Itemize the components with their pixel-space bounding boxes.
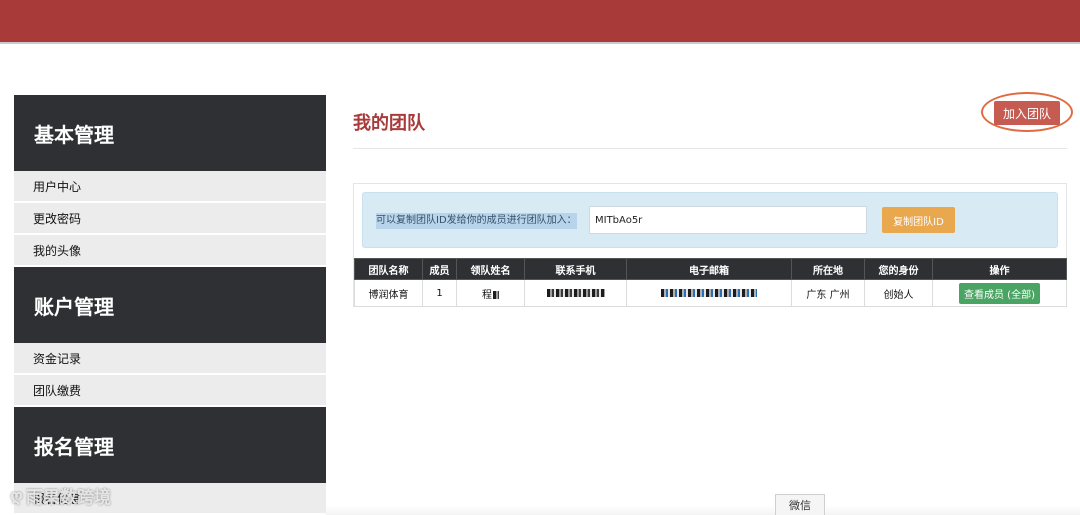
cell-members: 1	[422, 279, 457, 307]
header-action: 操作	[932, 258, 1067, 280]
cell-location: 广东 广州	[791, 279, 865, 307]
sidebar-section-account: 账户管理	[14, 267, 326, 343]
team-id-input[interactable]	[589, 206, 867, 234]
view-members-button[interactable]: 查看成员 (全部)	[959, 282, 1040, 304]
sidebar-section-title: 基本管理	[34, 122, 114, 147]
sidebar-item-team-payment[interactable]: 团队缴费	[14, 375, 326, 407]
redacted-leader-name	[493, 290, 499, 299]
header-members: 成员	[422, 258, 457, 280]
sidebar: 基本管理 用户中心 更改密码 我的头像 账户管理 资金记录 团队缴费 报名管理 …	[14, 95, 326, 515]
watermark: ღ 雨果数跨境	[10, 483, 111, 508]
divider	[353, 148, 1067, 149]
sidebar-section-basic: 基本管理	[14, 95, 326, 171]
team-id-hint: 可以复制团队ID发给你的成员进行团队加入：	[376, 213, 577, 229]
sidebar-section-registration: 报名管理	[14, 407, 326, 483]
sidebar-section-title: 报名管理	[34, 434, 114, 459]
team-id-box: 可以复制团队ID发给你的成员进行团队加入： 复制团队ID	[362, 192, 1058, 248]
page-title: 我的团队	[353, 113, 425, 134]
table-row: 博润体育 1 程 广东 广州 创始人 查看成员 (全部)	[354, 279, 1067, 307]
bottom-fade	[326, 505, 1080, 515]
sidebar-item-user-center[interactable]: 用户中心	[14, 171, 326, 203]
header-location: 所在地	[791, 258, 865, 280]
table-header-row: 团队名称 成员 领队姓名 联系手机 电子邮箱 所在地 您的身份 操作	[354, 258, 1067, 280]
leader-name: 程	[482, 289, 492, 301]
sidebar-item-change-password[interactable]: 更改密码	[14, 203, 326, 235]
cell-leader: 程	[456, 279, 525, 307]
sidebar-item-fund-records[interactable]: 资金记录	[14, 343, 326, 375]
cell-action: 查看成员 (全部)	[932, 279, 1067, 307]
header-team-name: 团队名称	[354, 258, 423, 280]
top-bar-shadow	[0, 42, 1080, 44]
watermark-text: 雨果数跨境	[26, 488, 112, 508]
header-leader: 领队姓名	[456, 258, 525, 280]
team-table: 团队名称 成员 领队姓名 联系手机 电子邮箱 所在地 您的身份 操作 博润体育 …	[354, 258, 1067, 307]
redacted-email	[661, 288, 757, 297]
cell-team-name: 博润体育	[354, 279, 423, 307]
logo-icon: ღ	[10, 486, 24, 505]
header-email: 电子邮箱	[626, 258, 792, 280]
join-team-button[interactable]: 加入团队	[994, 101, 1060, 125]
cell-role: 创始人	[864, 279, 933, 307]
team-panel: 可以复制团队ID发给你的成员进行团队加入： 复制团队ID 团队名称 成员 领队姓…	[353, 183, 1067, 307]
cell-phone	[524, 279, 627, 307]
header-phone: 联系手机	[524, 258, 627, 280]
sidebar-item-avatar[interactable]: 我的头像	[14, 235, 326, 267]
header-role: 您的身份	[864, 258, 933, 280]
sidebar-section-title: 账户管理	[34, 294, 114, 319]
top-bar	[0, 0, 1080, 42]
cell-email	[626, 279, 792, 307]
copy-team-id-button[interactable]: 复制团队ID	[882, 207, 955, 233]
wechat-tab[interactable]: 微信	[775, 494, 825, 515]
redacted-phone	[546, 288, 605, 297]
